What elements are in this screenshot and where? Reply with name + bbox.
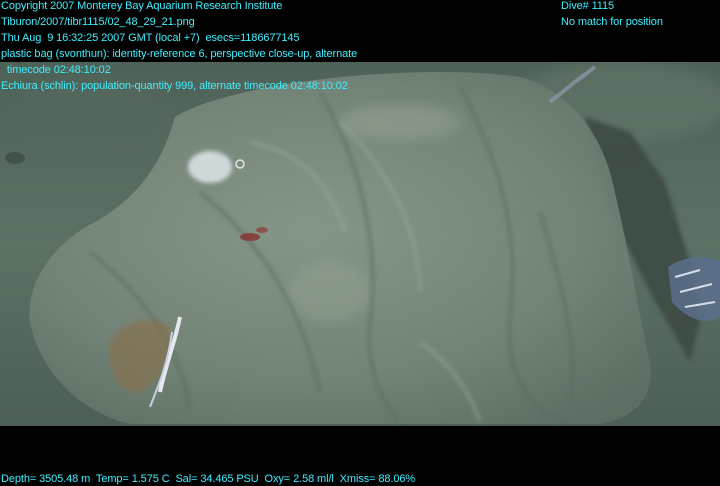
sediment-on-bag: [340, 104, 460, 140]
dark-spot: [5, 152, 25, 164]
telemetry-text: Depth= 3505.48 m Temp= 1.575 C Sal= 34.4…: [1, 473, 416, 485]
sediment-patch: [0, 82, 180, 162]
video-frame: Copyright 2007 Monterey Bay Aquarium Res…: [0, 0, 720, 486]
red-spot: [240, 233, 260, 241]
datetime-text: Thu Aug 9 16:32:25 2007 GMT (local +7) e…: [1, 32, 300, 44]
copyright-text: Copyright 2007 Monterey Bay Aquarium Res…: [1, 0, 283, 12]
sediment-on-bag: [290, 262, 370, 322]
position-status-text: No match for position: [561, 16, 663, 28]
annotation-plastic-bag-line-1: plastic bag (svonthun): identity-referen…: [1, 48, 358, 60]
seafloor-photo: [0, 62, 720, 426]
file-path-text: Tiburon/2007/tibr1115/02_48_29_21.png: [1, 16, 195, 28]
white-organism: [188, 151, 232, 183]
annotation-plastic-bag-line-2: timecode 02:48:10:02: [1, 64, 111, 76]
red-spot: [256, 227, 268, 233]
dive-number-text: Dive# 1115: [561, 0, 615, 12]
annotation-echiura: Echiura (schlin): population-quantity 99…: [1, 80, 348, 92]
